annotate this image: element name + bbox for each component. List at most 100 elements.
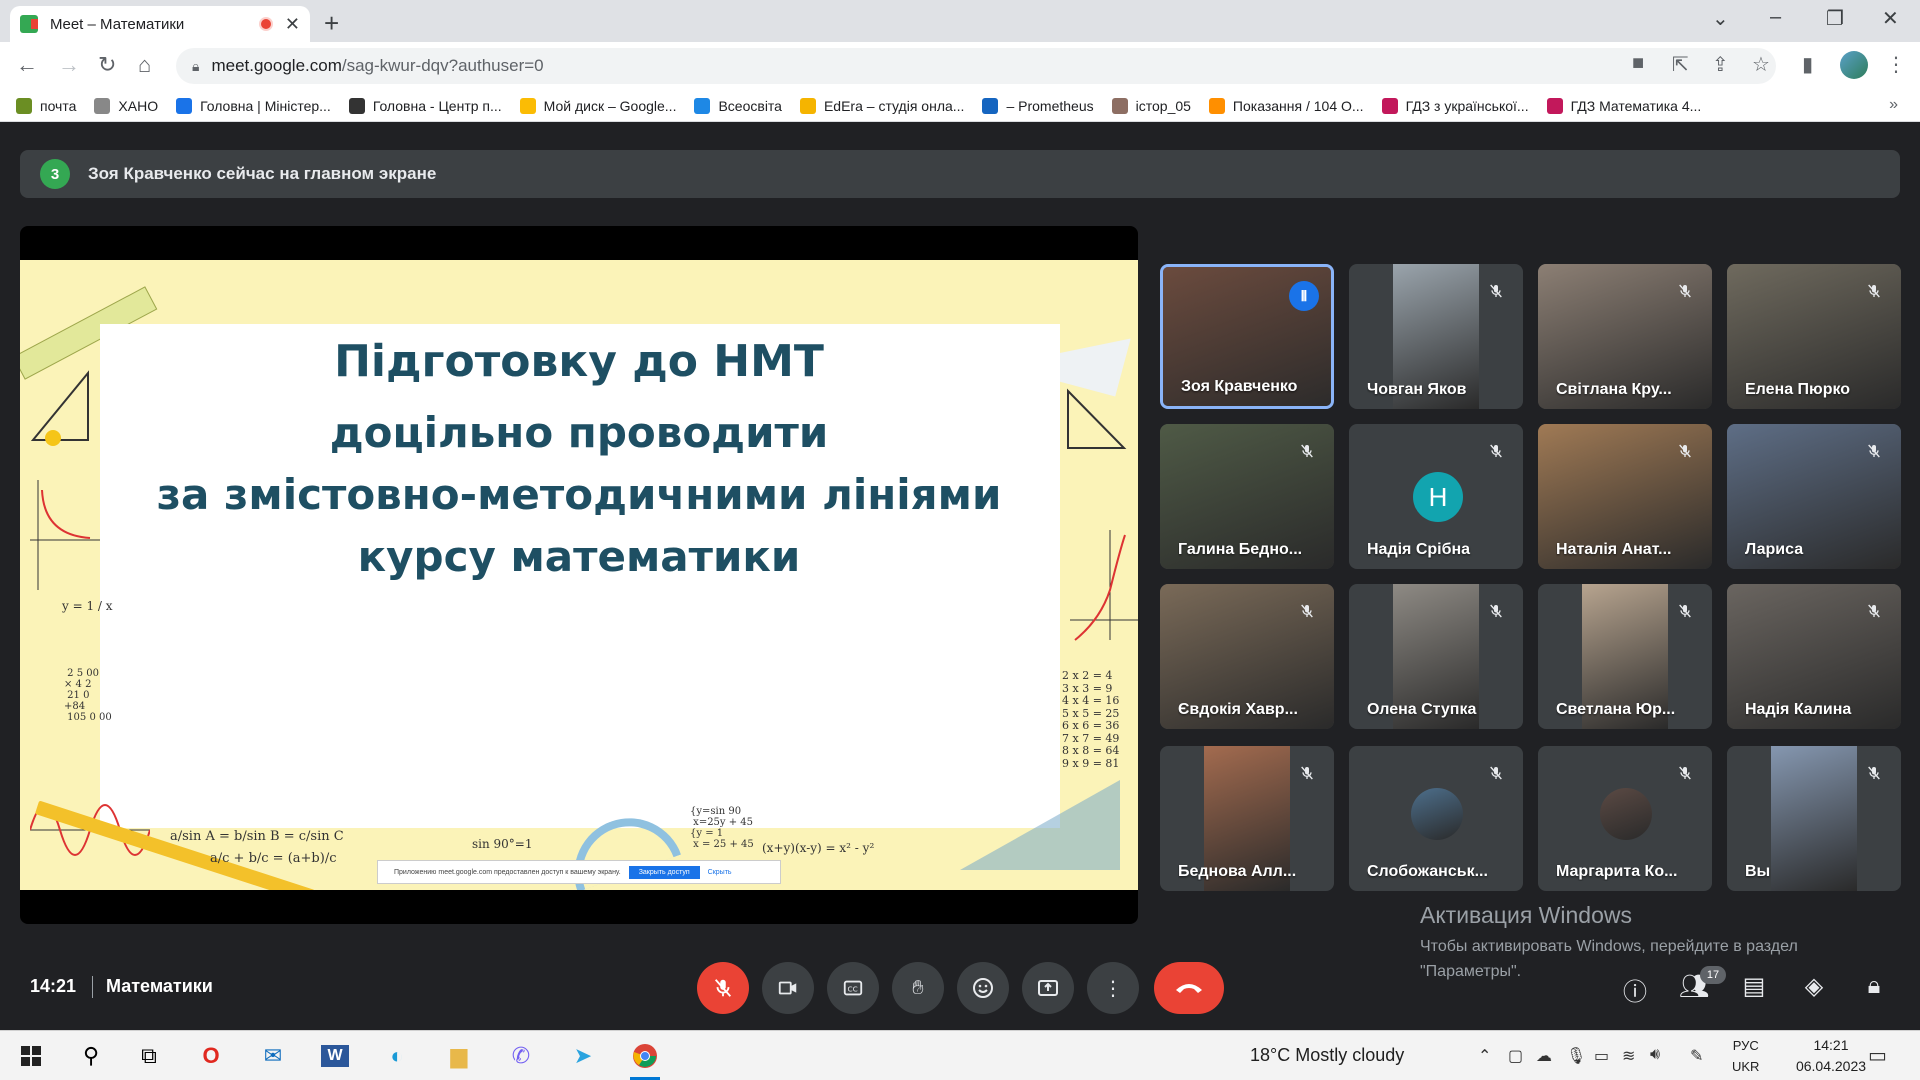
- bookmark-label: Показання / 104 О...: [1232, 97, 1364, 114]
- telegram-icon[interactable]: ➤: [568, 1041, 598, 1071]
- profile-avatar[interactable]: [1840, 51, 1868, 79]
- opera-icon[interactable]: O: [196, 1041, 226, 1071]
- lock-icon[interactable]: 🔒︎: [192, 58, 199, 75]
- participant-tile[interactable]: ⦀ Зоя Кравченко: [1160, 264, 1334, 409]
- bookmark-item[interactable]: Всеосвіта: [694, 97, 782, 114]
- shared-slide: y = 1 / x 2 5 00 × 4 2 21 0 +84 105 0 00…: [20, 260, 1138, 890]
- address-bar[interactable]: 🔒︎ meet.google.com /sag-kwur-dqv?authuse…: [176, 48, 1776, 84]
- forward-icon[interactable]: →: [58, 52, 80, 78]
- system-time: 14:21: [1813, 1037, 1849, 1053]
- bookmark-label: EdEra – студія онла...: [823, 97, 965, 114]
- reload-icon[interactable]: ↻: [98, 52, 116, 78]
- bookmark-item[interactable]: – Prometheus: [982, 97, 1094, 114]
- chrome-icon[interactable]: [630, 1041, 660, 1071]
- participant-tile[interactable]: Светлана Юр...: [1538, 584, 1712, 729]
- open-external-icon[interactable]: ⇱: [1672, 52, 1689, 77]
- participant-tile[interactable]: Олена Ступка: [1349, 584, 1523, 729]
- bookmark-star-icon[interactable]: ☆: [1752, 52, 1770, 77]
- bookmark-favicon-icon: [519, 97, 536, 114]
- side-panel-icon[interactable]: ▮: [1802, 52, 1813, 77]
- participant-tile[interactable]: Вы: [1727, 746, 1901, 891]
- bookmark-item[interactable]: EdEra – студія онла...: [799, 97, 965, 114]
- viber-icon[interactable]: ✆: [506, 1041, 536, 1071]
- hide-banner-link[interactable]: Скрыть: [708, 869, 732, 876]
- language-indicator[interactable]: РУС UKR: [1732, 1035, 1759, 1077]
- present-screen-icon: [1038, 980, 1058, 996]
- windows-start-icon[interactable]: [16, 1041, 46, 1071]
- bookmark-item[interactable]: Головна - Центр п...: [348, 97, 502, 114]
- bookmark-label: ХАНО: [118, 97, 159, 114]
- meeting-details-icon[interactable]: ⓘ: [1618, 972, 1652, 1007]
- bookmark-item[interactable]: Показання / 104 О...: [1208, 97, 1364, 114]
- participant-tile[interactable]: Елена Пюрко: [1727, 264, 1901, 409]
- captions-button[interactable]: CC: [827, 962, 879, 1014]
- present-button[interactable]: [1022, 962, 1074, 1014]
- bookmark-item[interactable]: почта: [16, 97, 76, 114]
- stop-sharing-button[interactable]: Закрыть доступ: [628, 865, 700, 879]
- back-icon[interactable]: ←: [16, 52, 38, 78]
- participant-tile[interactable]: Н Надія Срібна: [1349, 424, 1523, 569]
- pen-icon[interactable]: ✎: [1690, 1046, 1703, 1066]
- search-icon[interactable]: ⚲: [76, 1041, 106, 1071]
- participant-tile[interactable]: Світлана Кру...: [1538, 264, 1712, 409]
- participant-tile[interactable]: Маргарита Ко...: [1538, 746, 1712, 891]
- edge-icon[interactable]: ◐: [382, 1041, 412, 1071]
- activities-icon[interactable]: ◈: [1797, 972, 1831, 1001]
- word-icon[interactable]: W: [320, 1041, 350, 1071]
- browser-menu-icon[interactable]: ⋮: [1886, 52, 1906, 77]
- tab-close-icon[interactable]: ✕: [285, 14, 300, 35]
- onedrive-icon[interactable]: ☁: [1536, 1046, 1552, 1066]
- bookmarks-overflow-icon[interactable]: »: [1889, 96, 1898, 114]
- bookmark-item[interactable]: ГДЗ Математика 4...: [1546, 97, 1701, 114]
- participant-tile[interactable]: Наталія Анат...: [1538, 424, 1712, 569]
- file-explorer-icon[interactable]: ▆: [444, 1041, 474, 1071]
- new-tab-button[interactable]: +: [324, 8, 339, 39]
- url-host: meet.google.com: [211, 56, 342, 75]
- notifications-icon[interactable]: ▭: [1868, 1043, 1887, 1068]
- host-controls-icon[interactable]: 🔒︎: [1857, 972, 1891, 1000]
- bookmark-label: – Prometheus: [1006, 97, 1094, 114]
- tray-overflow-icon[interactable]: ⌃: [1478, 1046, 1491, 1066]
- bookmark-item[interactable]: Головна | Міністер...: [176, 97, 331, 114]
- home-icon[interactable]: ⌂: [138, 52, 151, 78]
- camera-in-use-icon[interactable]: ■: [1632, 52, 1644, 75]
- tab-search-icon[interactable]: ⌄: [1712, 6, 1729, 31]
- browser-tab-meet[interactable]: Meet – Математики ✕: [10, 6, 310, 42]
- mic-muted-icon: [1294, 760, 1320, 786]
- microphone-icon[interactable]: 🎙︎: [1566, 1046, 1586, 1066]
- more-options-button[interactable]: ⋮: [1087, 962, 1139, 1014]
- close-window-button[interactable]: ✕: [1882, 6, 1899, 31]
- bookmark-item[interactable]: Мой диск – Google...: [519, 97, 676, 114]
- participant-tile[interactable]: Лариса: [1727, 424, 1901, 569]
- volume-icon[interactable]: 🔊︎: [1650, 1046, 1660, 1064]
- bookmark-item[interactable]: ГДЗ з української...: [1381, 97, 1529, 114]
- mail-icon[interactable]: ✉: [258, 1041, 288, 1071]
- chat-icon[interactable]: ▤: [1737, 972, 1771, 1001]
- presentation-stage[interactable]: y = 1 / x 2 5 00 × 4 2 21 0 +84 105 0 00…: [20, 226, 1138, 924]
- participant-tile[interactable]: Беднова Алл...: [1160, 746, 1334, 891]
- minimize-button[interactable]: –: [1770, 6, 1781, 29]
- bookmark-item[interactable]: ХАНО: [94, 97, 159, 114]
- participant-tile[interactable]: Галина Бедно...: [1160, 424, 1334, 569]
- participant-tile[interactable]: Надія Калина: [1727, 584, 1901, 729]
- reactions-button[interactable]: [957, 962, 1009, 1014]
- battery-icon[interactable]: ▭: [1594, 1046, 1609, 1066]
- presenting-notice: 3 Зоя Кравченко сейчас на главном экране: [20, 150, 1900, 198]
- leave-call-button[interactable]: [1154, 962, 1224, 1014]
- raise-hand-button[interactable]: ✋︎: [892, 962, 944, 1014]
- bookmark-item[interactable]: істор_05: [1111, 97, 1191, 114]
- restore-button[interactable]: ❐: [1826, 6, 1844, 31]
- camera-button[interactable]: [762, 962, 814, 1014]
- difference-of-squares: (x+y)(x-y) = x² - y²: [762, 841, 875, 855]
- mic-off-button[interactable]: [697, 962, 749, 1014]
- task-view-icon[interactable]: ⧉: [134, 1041, 164, 1071]
- weather-widget[interactable]: 18°C Mostly cloudy: [1250, 1045, 1404, 1066]
- share-icon[interactable]: ⇪: [1712, 52, 1729, 77]
- system-clock[interactable]: 14:21 06.04.2023: [1786, 1035, 1876, 1077]
- tray-device-icon[interactable]: ▢: [1508, 1046, 1523, 1066]
- slide-title-line-4: курсу математики: [357, 532, 801, 581]
- participant-tile[interactable]: Слобожанськ...: [1349, 746, 1523, 891]
- participant-tile[interactable]: Човган Яков: [1349, 264, 1523, 409]
- wifi-icon[interactable]: ≋: [1622, 1046, 1635, 1066]
- participant-tile[interactable]: Євдокія Хавр...: [1160, 584, 1334, 729]
